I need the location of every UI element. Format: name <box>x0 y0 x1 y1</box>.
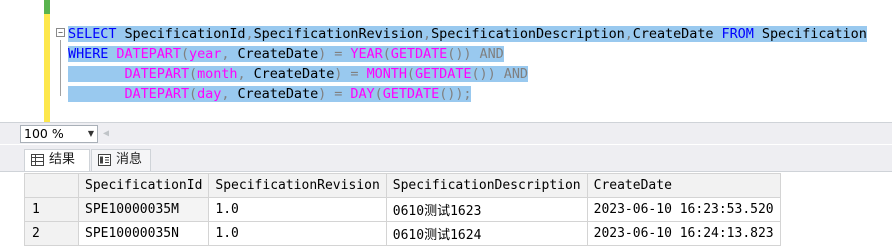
column-header[interactable]: CreateDate <box>586 173 781 198</box>
code-token: ( <box>374 86 383 102</box>
code-token: = <box>326 46 351 62</box>
table-cell[interactable]: 0610测试1624 <box>385 221 588 246</box>
saved-change-marker <box>44 0 50 14</box>
column-header[interactable]: SpecificationId <box>77 173 210 198</box>
code-line[interactable]: WHERE DATEPART(year, CreateDate) = YEAR(… <box>68 44 867 64</box>
row-number[interactable]: 2 <box>24 221 79 246</box>
results-grid[interactable]: SpecificationId SpecificationRevision Sp… <box>24 173 892 250</box>
message-icon <box>98 154 111 166</box>
header-row: SpecificationId SpecificationRevision Sp… <box>24 173 781 198</box>
code-token: WHERE <box>68 46 117 62</box>
code-token: ( <box>406 66 415 82</box>
code-token: MONTH <box>366 66 407 82</box>
table-cell[interactable]: SPE10000035M <box>77 197 210 222</box>
code-token: = <box>326 86 351 102</box>
editor-gutter <box>0 0 22 122</box>
code-token: day <box>197 86 222 102</box>
table-row: 1 SPE10000035M 1.0 0610测试1623 2023-06-10… <box>24 197 781 222</box>
column-header[interactable]: SpecificationDescription <box>385 173 588 198</box>
code-token: ) <box>318 46 327 62</box>
code-token: DATEPART <box>124 66 190 82</box>
table-cell[interactable]: 2023-06-10 16:24:13.823 <box>586 221 781 246</box>
table-cell[interactable]: 0610测试1623 <box>385 197 588 222</box>
code-token: ()) <box>447 46 480 62</box>
zoom-select[interactable]: 100 % ▼ <box>20 125 98 143</box>
grid-margin <box>0 173 24 250</box>
code-token: GETDATE <box>414 66 472 82</box>
scroll-left-icon[interactable]: ◀ <box>103 127 109 141</box>
outline-guide <box>60 40 61 96</box>
code-token: , <box>624 26 633 42</box>
table-row: 2 SPE10000035N 1.0 0610测试1624 2023-06-10… <box>24 221 781 246</box>
zoom-bar: 100 % ▼ ◀ <box>0 122 892 144</box>
code-token: SpecificationRevision <box>253 26 423 42</box>
code-token: SpecificationDescription <box>431 26 625 42</box>
code-token: SELECT <box>68 26 117 42</box>
code-token: , <box>237 66 246 82</box>
code-token: ()); <box>439 86 472 102</box>
column-header[interactable]: SpecificationRevision <box>208 173 387 198</box>
code-token: AND <box>479 46 504 62</box>
code-token: CreateDate <box>245 66 335 82</box>
sql-editor[interactable]: − SELECT SpecificationId,SpecificationRe… <box>0 0 892 122</box>
change-tracking-bar <box>44 0 50 122</box>
tab-messages-label: 消息 <box>116 152 143 167</box>
results-tab-strip: 结果 消息 <box>0 145 892 172</box>
table-cell[interactable]: 1.0 <box>208 197 387 222</box>
code-token: , <box>423 26 432 42</box>
grid-icon <box>31 154 44 166</box>
code-token: year <box>189 46 222 62</box>
code-token: ( <box>180 46 190 62</box>
code-token: = <box>342 66 367 82</box>
selected-text: DATEPART(month, CreateDate) = MONTH(GETD… <box>68 66 528 82</box>
collapse-icon[interactable]: − <box>56 28 65 37</box>
code-token: YEAR <box>350 46 383 62</box>
code-token: CreateDate <box>632 26 722 42</box>
code-token: ( <box>189 66 198 82</box>
code-token: SpecificationId <box>116 26 246 42</box>
code-token: ()) <box>471 66 504 82</box>
code-token: CreateDate <box>229 86 319 102</box>
table-cell[interactable]: 2023-06-10 16:23:53.520 <box>586 197 781 222</box>
code-token: GETDATE <box>390 46 448 62</box>
zoom-value: 100 % <box>24 126 64 141</box>
code-token: CreateDate <box>229 46 319 62</box>
table-cell[interactable]: 1.0 <box>208 221 387 246</box>
code-line[interactable]: SELECT SpecificationId,SpecificationRevi… <box>68 24 867 44</box>
selected-text: WHERE DATEPART(year, CreateDate) = YEAR(… <box>68 46 504 62</box>
code-token: Specification <box>753 26 867 42</box>
tab-messages[interactable]: 消息 <box>91 149 151 171</box>
code-line[interactable]: DATEPART(month, CreateDate) = MONTH(GETD… <box>68 64 867 84</box>
row-number[interactable]: 1 <box>24 197 79 222</box>
code-token: AND <box>503 66 528 82</box>
selected-text: DATEPART(day, CreateDate) = DAY(GETDATE(… <box>68 86 472 102</box>
code-token: DATEPART <box>116 46 181 62</box>
code-area[interactable]: SELECT SpecificationId,SpecificationRevi… <box>68 24 867 104</box>
tab-results-label: 结果 <box>49 152 76 167</box>
code-token: ) <box>318 86 327 102</box>
table-cell[interactable]: SPE10000035N <box>77 221 210 246</box>
selected-text: SELECT SpecificationId,SpecificationRevi… <box>68 26 867 42</box>
code-token: month <box>197 66 238 82</box>
code-token: GETDATE <box>382 86 440 102</box>
code-token: , <box>245 26 254 42</box>
grid-corner[interactable] <box>24 173 79 198</box>
code-line[interactable]: DATEPART(day, CreateDate) = DAY(GETDATE(… <box>68 84 867 104</box>
results-table: SpecificationId SpecificationRevision Sp… <box>24 173 781 246</box>
dropdown-arrow-icon[interactable]: ▼ <box>88 126 94 142</box>
code-token: DATEPART <box>124 86 190 102</box>
code-token: ( <box>189 86 198 102</box>
code-token: DAY <box>350 86 375 102</box>
code-token: FROM <box>721 26 754 42</box>
tab-results[interactable]: 结果 <box>24 149 90 171</box>
code-token: ( <box>382 46 391 62</box>
